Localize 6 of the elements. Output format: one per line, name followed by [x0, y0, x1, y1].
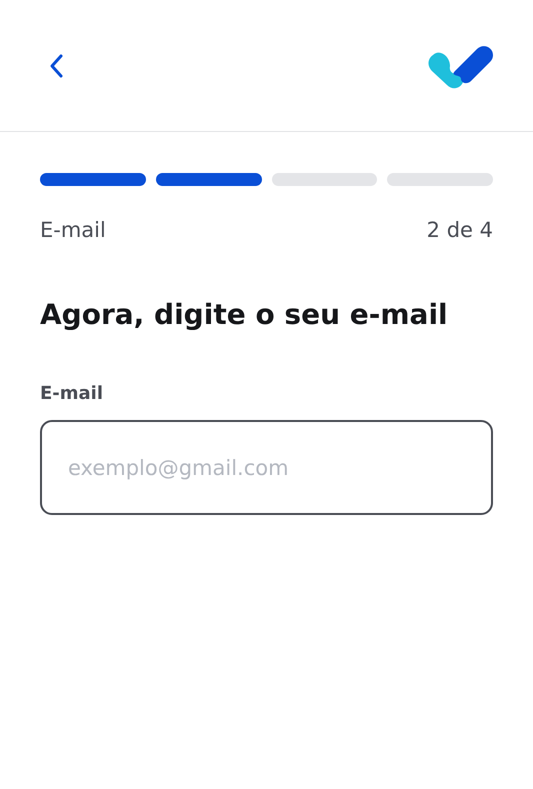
step-label: E-mail — [40, 218, 106, 242]
email-field[interactable]: exemplo@gmail.com — [40, 420, 493, 515]
chevron-left-icon — [48, 52, 64, 78]
page-heading: Agora, digite o seu e-mail — [40, 298, 449, 331]
field-label: E-mail — [40, 383, 104, 404]
step-count: 2 de 4 — [426, 218, 493, 242]
